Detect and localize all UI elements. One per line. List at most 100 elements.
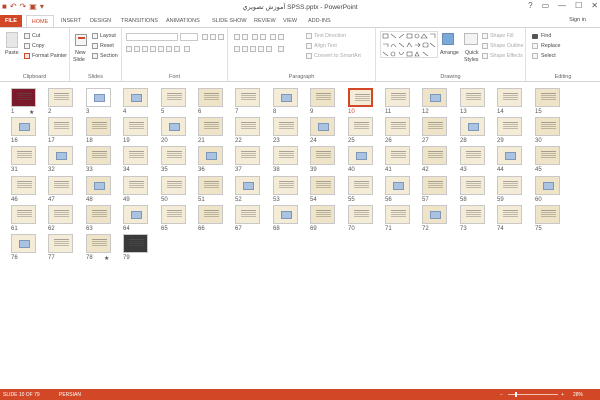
minimize-icon[interactable]: — — [558, 1, 566, 10]
cut-button[interactable]: Cut — [32, 33, 40, 39]
align-left-icon[interactable] — [234, 46, 240, 52]
slide-thumbnail[interactable] — [11, 146, 36, 165]
slide-thumbnail[interactable] — [535, 205, 560, 224]
slide-thumbnail[interactable] — [161, 205, 186, 224]
italic-icon[interactable] — [134, 46, 140, 52]
slide-thumbnail[interactable] — [198, 117, 223, 136]
slide-thumbnail[interactable] — [273, 88, 298, 107]
replace-button[interactable]: Replace — [541, 43, 560, 49]
quick-styles-button[interactable]: Quick — [465, 50, 479, 56]
decrease-indent-icon[interactable] — [252, 34, 258, 40]
slide-thumbnail[interactable] — [235, 176, 260, 195]
slide-thumbnail[interactable] — [123, 176, 148, 195]
shrink-font-icon[interactable] — [210, 34, 216, 40]
bold-icon[interactable] — [126, 46, 132, 52]
convert-smartart-button[interactable]: Convert to SmartArt — [314, 53, 361, 59]
slide-thumbnail[interactable] — [273, 176, 298, 195]
clear-format-icon[interactable] — [218, 34, 224, 40]
bullets-icon[interactable] — [234, 34, 240, 40]
slide-thumbnail[interactable] — [460, 88, 485, 107]
font-name-combo[interactable] — [126, 33, 178, 41]
language-indicator[interactable]: PERSIAN — [59, 392, 81, 398]
slide-thumbnail[interactable] — [348, 205, 373, 224]
change-case-icon[interactable] — [174, 46, 180, 52]
slide-thumbnail[interactable] — [535, 117, 560, 136]
slide-thumbnail[interactable] — [86, 146, 111, 165]
maximize-icon[interactable]: ☐ — [575, 1, 582, 10]
slide-thumbnail[interactable] — [48, 88, 73, 107]
tab-home[interactable]: HOME — [26, 15, 54, 27]
slide-thumbnail[interactable] — [11, 205, 36, 224]
align-center-icon[interactable] — [242, 46, 248, 52]
find-button[interactable]: Find — [541, 33, 551, 39]
shape-outline-button[interactable]: Shape Outline — [490, 43, 524, 49]
slide-thumbnail[interactable] — [385, 176, 410, 195]
slide-thumbnail[interactable] — [11, 117, 36, 136]
rtl-icon[interactable] — [278, 34, 284, 40]
slide-thumbnail[interactable] — [235, 146, 260, 165]
tab-design[interactable]: DESIGN — [90, 15, 111, 27]
sign-in-link[interactable]: Sign in — [569, 17, 586, 23]
columns-icon[interactable] — [266, 46, 272, 52]
slide-thumbnail[interactable] — [123, 205, 148, 224]
slide-thumbnail[interactable] — [86, 205, 111, 224]
slide-thumbnail[interactable] — [198, 176, 223, 195]
slide-thumbnail[interactable] — [123, 117, 148, 136]
slide-thumbnail[interactable] — [198, 205, 223, 224]
slide-thumbnail[interactable] — [86, 176, 111, 195]
tab-slide-show[interactable]: SLIDE SHOW — [212, 15, 247, 27]
line-spacing-icon[interactable] — [278, 46, 284, 52]
slide-thumbnail[interactable] — [460, 146, 485, 165]
slide-thumbnail[interactable] — [348, 88, 373, 107]
ltr-icon[interactable] — [270, 34, 276, 40]
slide-thumbnail[interactable] — [460, 117, 485, 136]
slide-thumbnail[interactable] — [535, 88, 560, 107]
quick-styles-button-line2[interactable]: Styles — [464, 57, 478, 63]
increase-indent-icon[interactable] — [260, 34, 266, 40]
paste-button[interactable]: Paste — [5, 50, 19, 56]
underline-icon[interactable] — [142, 46, 148, 52]
slide-thumbnail[interactable] — [310, 176, 335, 195]
zoom-out-button[interactable]: − — [500, 392, 503, 398]
tab-animations[interactable]: ANIMATIONS — [166, 15, 200, 27]
slide-thumbnail[interactable] — [497, 146, 522, 165]
close-icon[interactable]: ✕ — [591, 1, 598, 10]
tab-insert[interactable]: INSERT — [61, 15, 81, 27]
slide-thumbnail[interactable] — [422, 205, 447, 224]
slide-thumbnail[interactable] — [161, 176, 186, 195]
slide-thumbnail[interactable] — [235, 117, 260, 136]
text-direction-button[interactable]: Text Direction — [314, 33, 346, 39]
tab-review[interactable]: REVIEW — [254, 15, 276, 27]
slide-thumbnail[interactable] — [310, 146, 335, 165]
slide-thumbnail[interactable] — [497, 117, 522, 136]
zoom-level[interactable]: 28% — [573, 392, 583, 398]
slide-thumbnail[interactable] — [86, 88, 111, 107]
slide-thumbnail[interactable] — [385, 205, 410, 224]
reset-button[interactable]: Reset — [100, 43, 114, 49]
align-right-icon[interactable] — [250, 46, 256, 52]
slide-thumbnail[interactable] — [422, 117, 447, 136]
slide-thumbnail[interactable] — [11, 176, 36, 195]
format-painter-button[interactable]: Format Painter — [32, 53, 67, 59]
slide-thumbnail[interactable] — [48, 117, 73, 136]
slide-thumbnail[interactable] — [235, 205, 260, 224]
slide-thumbnail[interactable] — [273, 205, 298, 224]
slide-thumbnail[interactable] — [310, 88, 335, 107]
slide-thumbnail[interactable] — [273, 117, 298, 136]
slide-thumbnail[interactable] — [161, 117, 186, 136]
slide-thumbnail[interactable] — [535, 176, 560, 195]
slide-thumbnail[interactable] — [535, 146, 560, 165]
zoom-in-button[interactable]: + — [561, 392, 564, 398]
shapes-gallery[interactable] — [380, 31, 438, 58]
font-size-combo[interactable] — [180, 33, 198, 41]
font-color-icon[interactable] — [184, 46, 190, 52]
slide-thumbnail[interactable] — [385, 146, 410, 165]
align-text-button[interactable]: Align Text — [314, 43, 337, 49]
new-slide-button-line2[interactable]: Slide — [73, 57, 85, 63]
tab-add-ins[interactable]: ADD-INS — [308, 15, 331, 27]
copy-button[interactable]: Copy — [32, 43, 44, 49]
slide-thumbnail[interactable] — [48, 146, 73, 165]
justify-icon[interactable] — [258, 46, 264, 52]
slide-thumbnail[interactable] — [11, 234, 36, 253]
slide-thumbnail[interactable] — [235, 88, 260, 107]
